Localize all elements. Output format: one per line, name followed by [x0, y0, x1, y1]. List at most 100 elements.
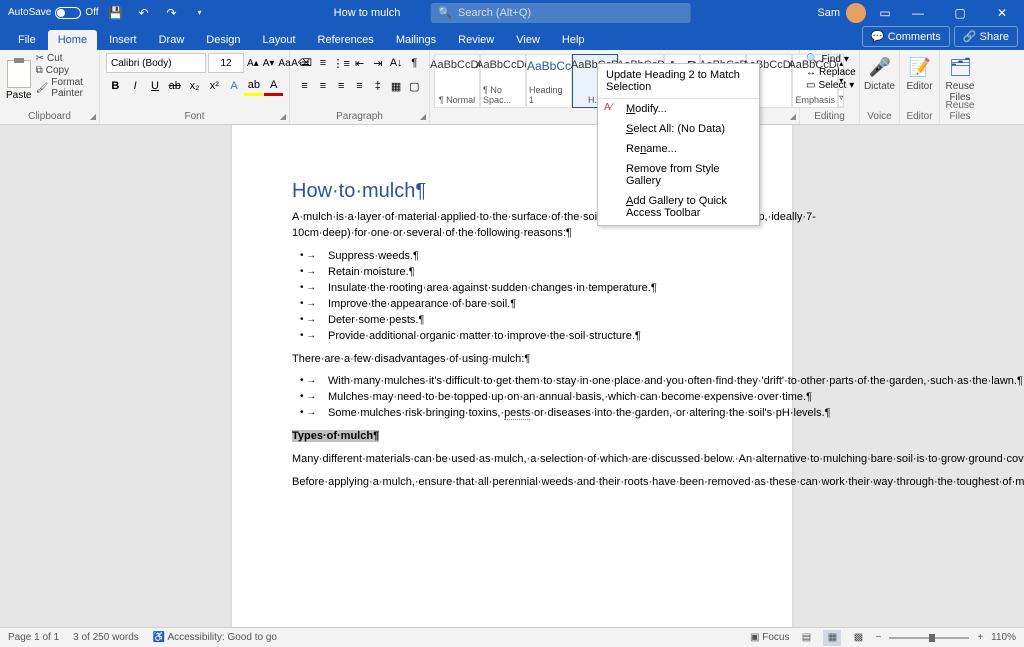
- show-marks-button[interactable]: ¶: [406, 53, 423, 73]
- redo-icon[interactable]: ↷: [161, 2, 183, 24]
- zoom-level[interactable]: 110%: [991, 632, 1016, 643]
- superscript-button[interactable]: x²: [205, 76, 224, 96]
- maximize-button[interactable]: ▢: [940, 0, 980, 25]
- tab-view[interactable]: View: [506, 30, 550, 50]
- list-item[interactable]: Mulches·may·need·to·be·topped·up·on·an·a…: [314, 390, 732, 406]
- underline-button[interactable]: U: [146, 76, 165, 96]
- tab-file[interactable]: File: [8, 30, 46, 50]
- borders-button[interactable]: ▢: [406, 76, 423, 96]
- web-layout-button[interactable]: ▩: [849, 630, 867, 646]
- paragraph[interactable]: Many·different·materials·can·be·used·as·…: [292, 452, 732, 468]
- heading-2-selected[interactable]: Types·of·mulch¶: [292, 429, 732, 445]
- undo-icon[interactable]: ↶: [133, 2, 155, 24]
- align-center-button[interactable]: ≡: [314, 76, 331, 96]
- align-right-button[interactable]: ≡: [333, 76, 350, 96]
- tab-mailings[interactable]: Mailings: [386, 30, 446, 50]
- menu-item-remove[interactable]: Remove from Style Gallery: [598, 159, 759, 191]
- font-color-button[interactable]: A: [264, 76, 283, 96]
- minimize-button[interactable]: —: [898, 0, 938, 25]
- page-indicator[interactable]: Page 1 of 1: [8, 632, 59, 643]
- tab-design[interactable]: Design: [196, 30, 250, 50]
- ribbon-display-icon[interactable]: ▭: [874, 2, 896, 24]
- list-item[interactable]: With·many·mulches·it's·difficult·to·get·…: [314, 374, 732, 390]
- style-item[interactable]: AaBbCcDc¶ No Spac...: [480, 54, 526, 108]
- find-button[interactable]: 🔍 Find ▾: [806, 53, 853, 66]
- close-button[interactable]: ✕: [982, 0, 1022, 25]
- subscript-button[interactable]: x₂: [185, 76, 204, 96]
- text-effects-button[interactable]: A: [225, 76, 244, 96]
- accessibility-status[interactable]: ♿ Accessibility: Good to go: [153, 632, 277, 643]
- menu-item-update[interactable]: Update Heading 2 to Match Selection: [598, 66, 759, 99]
- sort-button[interactable]: A↓: [387, 53, 404, 73]
- highlight-button[interactable]: ab: [244, 76, 263, 96]
- tab-references[interactable]: References: [308, 30, 384, 50]
- paragraph[interactable]: There·are·a·few·disadvantages·of·using·m…: [292, 352, 732, 368]
- font-size-input[interactable]: [208, 53, 244, 73]
- tab-home[interactable]: Home: [48, 30, 97, 50]
- font-name-input[interactable]: [106, 53, 206, 73]
- zoom-slider[interactable]: [889, 637, 969, 639]
- shrink-font-button[interactable]: A▾: [262, 54, 276, 72]
- shading-button[interactable]: ▦: [387, 76, 404, 96]
- list-item[interactable]: Provide·additional·organic·matter·to·imp…: [314, 329, 732, 345]
- paste-button[interactable]: Paste: [6, 53, 32, 108]
- word-count[interactable]: 3 of 250 words: [73, 632, 139, 643]
- format-painter-button[interactable]: 🖌 Format Painter: [36, 77, 93, 99]
- tab-insert[interactable]: Insert: [99, 30, 147, 50]
- bold-button[interactable]: B: [106, 76, 125, 96]
- zoom-in-button[interactable]: +: [977, 632, 983, 643]
- document-area[interactable]: How·to·mulch¶ A·mulch·is·a·layer·of·mate…: [0, 125, 1024, 627]
- style-item[interactable]: AaBbCcHeading 1: [526, 54, 572, 108]
- tab-help[interactable]: Help: [552, 30, 595, 50]
- dialog-launcher-icon[interactable]: ◢: [90, 112, 96, 121]
- paragraph[interactable]: Before·applying·a·mulch,·ensure·that·all…: [292, 475, 732, 491]
- multilevel-button[interactable]: ⋮≡: [333, 53, 350, 73]
- grow-font-button[interactable]: A▴: [246, 54, 260, 72]
- qat-dropdown-icon[interactable]: ▾: [189, 2, 211, 24]
- editor-button[interactable]: 📝 Editor: [906, 53, 933, 92]
- copy-button[interactable]: ⧉ Copy: [36, 65, 93, 76]
- replace-button[interactable]: ↔ Replace: [806, 66, 853, 79]
- strikethrough-button[interactable]: ab: [165, 76, 184, 96]
- italic-button[interactable]: I: [126, 76, 145, 96]
- menu-item-rename[interactable]: Rename...: [598, 139, 759, 159]
- document-title[interactable]: How to mulch: [334, 7, 401, 19]
- menu-item-select-all[interactable]: Select All: (No Data): [598, 119, 759, 139]
- align-left-button[interactable]: ≡: [296, 76, 313, 96]
- focus-mode-button[interactable]: ▣ Focus: [750, 632, 789, 643]
- save-icon[interactable]: 💾: [105, 2, 127, 24]
- read-mode-button[interactable]: ▤: [797, 630, 815, 646]
- justify-button[interactable]: ≡: [351, 76, 368, 96]
- menu-item-modify[interactable]: A⁄Modify...: [598, 99, 759, 119]
- list-item[interactable]: Insulate·the·rooting·area·against·sudden…: [314, 281, 732, 297]
- cut-button[interactable]: ✂ Cut: [36, 53, 93, 64]
- comments-button[interactable]: 💬 Comments: [862, 26, 950, 47]
- tab-review[interactable]: Review: [448, 30, 504, 50]
- list-item[interactable]: Suppress·weeds.¶: [314, 249, 732, 265]
- decrease-indent-button[interactable]: ⇤: [351, 53, 368, 73]
- line-spacing-button[interactable]: ‡: [369, 76, 386, 96]
- select-button[interactable]: ▭ Select ▾: [806, 79, 853, 92]
- increase-indent-button[interactable]: ⇥: [369, 53, 386, 73]
- list-item[interactable]: Improve·the·appearance·of·bare·soil.¶: [314, 297, 732, 313]
- print-layout-button[interactable]: ▦: [823, 630, 841, 646]
- tab-draw[interactable]: Draw: [149, 30, 195, 50]
- dialog-launcher-icon[interactable]: ◢: [790, 112, 796, 121]
- tab-layout[interactable]: Layout: [253, 30, 306, 50]
- style-item[interactable]: AaBbCcDc¶ Normal: [434, 54, 480, 108]
- list-item[interactable]: Some·mulches·risk·bringing·toxins,·pests…: [314, 406, 732, 422]
- zoom-out-button[interactable]: −: [875, 632, 881, 643]
- list-item[interactable]: Deter·some·pests.¶: [314, 313, 732, 329]
- search-input[interactable]: 🔍 Search (Alt+Q): [430, 3, 690, 23]
- account-button[interactable]: Sam: [817, 3, 872, 23]
- dialog-launcher-icon[interactable]: ◢: [280, 112, 286, 121]
- dictate-button[interactable]: 🎤 Dictate: [866, 53, 893, 92]
- autosave-toggle[interactable]: AutoSave Off: [8, 7, 99, 19]
- numbering-button[interactable]: ≡: [314, 53, 331, 73]
- menu-item-add-qat[interactable]: Add Gallery to Quick Access Toolbar: [598, 191, 759, 223]
- share-button[interactable]: 🔗 Share: [954, 26, 1018, 47]
- bullets-button[interactable]: ≔: [296, 53, 313, 73]
- dialog-launcher-icon[interactable]: ◢: [420, 112, 426, 121]
- list-item[interactable]: Retain·moisture.¶: [314, 265, 732, 281]
- reuse-files-button[interactable]: 🗂 Reuse Files: [946, 53, 974, 103]
